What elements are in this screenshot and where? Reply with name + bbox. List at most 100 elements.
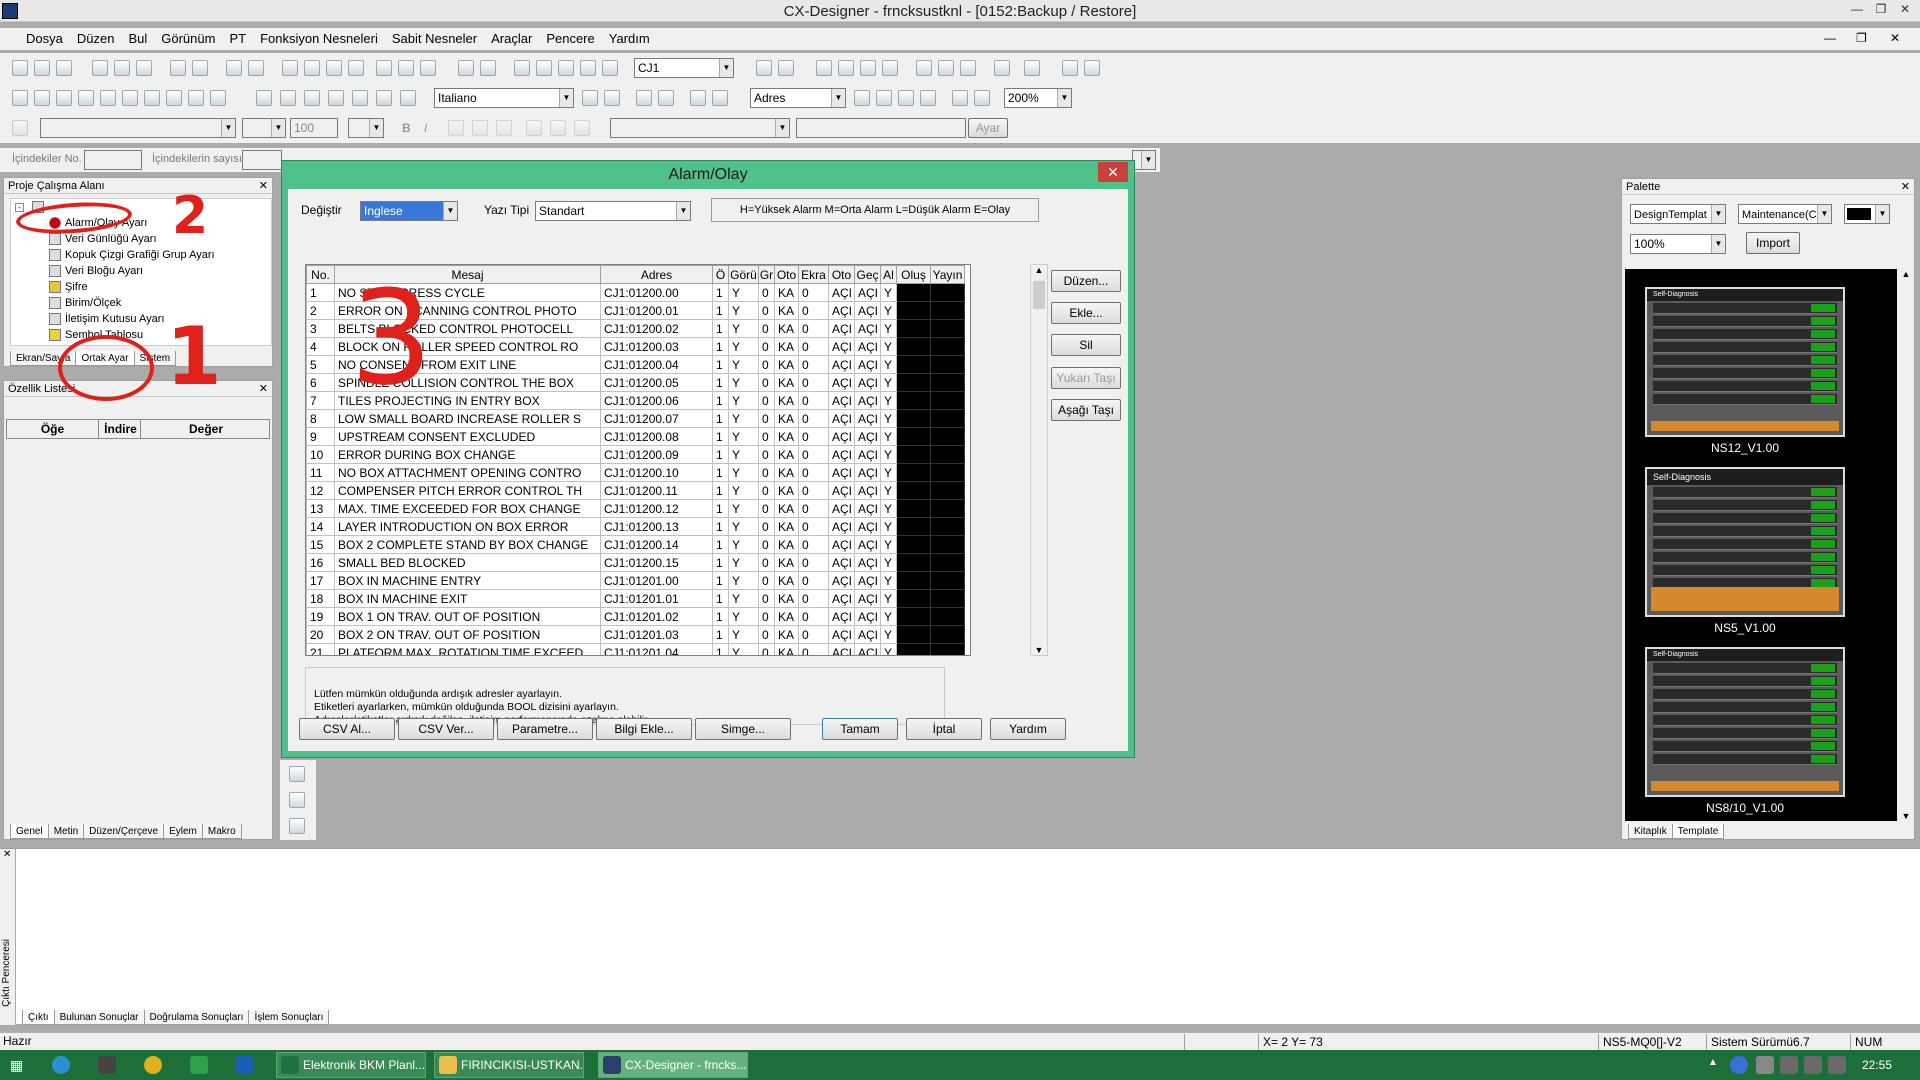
- table-cell[interactable]: KA: [774, 445, 799, 464]
- table-cell[interactable]: Y: [880, 391, 897, 410]
- table-cell-color[interactable]: [896, 427, 931, 446]
- table-cell[interactable]: AÇI: [854, 355, 881, 374]
- task-cx-designer[interactable]: CX-Designer - frncks...: [598, 1052, 748, 1078]
- alarm-col-header[interactable]: Geç: [854, 265, 881, 284]
- table-cell[interactable]: 0: [758, 517, 775, 536]
- table-cell[interactable]: 1: [712, 373, 729, 392]
- align-bottom-icon[interactable]: [574, 120, 590, 136]
- table-cell[interactable]: KA: [774, 553, 799, 572]
- table-cell-color[interactable]: [896, 481, 931, 500]
- table-cell[interactable]: Y: [880, 571, 897, 590]
- table-cell[interactable]: 0: [758, 499, 775, 518]
- table-cell[interactable]: Y: [880, 517, 897, 536]
- table-cell[interactable]: Y: [728, 571, 759, 590]
- obj-tool-6-icon[interactable]: [122, 90, 138, 106]
- table-row[interactable]: 16 SMALL BED BLOCKED CJ1:01200.15 1 Y 0 KA 0 AÇI…: [306, 553, 965, 572]
- table-cell[interactable]: Y: [880, 445, 897, 464]
- table-cell[interactable]: AÇI: [828, 337, 855, 356]
- folder-icon[interactable]: [960, 60, 976, 76]
- table-cell[interactable]: AÇI: [828, 373, 855, 392]
- table-cell[interactable]: Y: [728, 409, 759, 428]
- table-cell-color[interactable]: [930, 643, 965, 655]
- table-cell-color[interactable]: [896, 553, 931, 572]
- table-cell[interactable]: CJ1:01201.03: [600, 625, 713, 644]
- table-cell[interactable]: 15: [306, 535, 335, 554]
- alarm-col-header[interactable]: Görü: [728, 265, 759, 284]
- table-cell[interactable]: UPSTREAM CONSENT EXCLUDED: [334, 427, 601, 446]
- page-prev-icon[interactable]: [636, 90, 652, 106]
- table-cell[interactable]: AÇI: [828, 301, 855, 320]
- contents-extra-select[interactable]: ▼: [1132, 150, 1156, 170]
- list-icon[interactable]: [1024, 60, 1040, 76]
- tree-item-symbol-table[interactable]: Sembol Tablosu: [11, 327, 271, 343]
- design-template-select[interactable]: DesignTemplat ▼: [1630, 204, 1726, 224]
- table-cell[interactable]: 0: [758, 409, 775, 428]
- copy-page-icon[interactable]: [170, 60, 186, 76]
- tray-app-icon[interactable]: [1730, 1056, 1748, 1074]
- page-next-icon[interactable]: [658, 90, 674, 106]
- table-cell[interactable]: 0: [758, 463, 775, 482]
- table-cell[interactable]: 1: [712, 517, 729, 536]
- dialog-close-icon[interactable]: ✕: [1098, 162, 1128, 182]
- table-cell-color[interactable]: [930, 589, 965, 608]
- table-cell[interactable]: 0: [758, 319, 775, 338]
- alarm-col-header[interactable]: Ekra: [798, 265, 829, 284]
- table-cell[interactable]: 1: [712, 607, 729, 626]
- table-cell[interactable]: CJ1:01200.11: [600, 481, 713, 500]
- table-cell[interactable]: AÇI: [854, 391, 881, 410]
- table-cell[interactable]: 13: [306, 499, 335, 518]
- table-cell[interactable]: Y: [880, 301, 897, 320]
- label-prev-icon[interactable]: [582, 90, 598, 106]
- table-cell[interactable]: 0: [798, 337, 829, 356]
- table-cell[interactable]: AÇI: [828, 427, 855, 446]
- close-icon[interactable]: ✕: [259, 381, 268, 397]
- table-cell[interactable]: 1: [306, 283, 335, 302]
- ok-button[interactable]: Tamam: [822, 718, 898, 740]
- palette-zoom-select[interactable]: 100% ▼: [1630, 234, 1726, 254]
- table-cell[interactable]: 3: [306, 319, 335, 338]
- table-cell[interactable]: 1: [712, 463, 729, 482]
- menu-araclar[interactable]: Araçlar: [484, 28, 539, 50]
- contents-count-input[interactable]: [242, 150, 282, 170]
- table-cell-color[interactable]: [896, 589, 931, 608]
- table-cell[interactable]: AÇI: [828, 445, 855, 464]
- brush-icon[interactable]: [12, 120, 28, 136]
- alarm-col-header[interactable]: Oto: [828, 265, 855, 284]
- save-icon[interactable]: [56, 60, 72, 76]
- contents-no-input[interactable]: [84, 150, 142, 170]
- mdi-minimize-icon[interactable]: —: [1824, 31, 1836, 45]
- table-cell[interactable]: Y: [880, 643, 897, 655]
- table-cell[interactable]: CJ1:01201.04: [600, 643, 713, 655]
- table-cell[interactable]: AÇI: [828, 409, 855, 428]
- align-middle-icon[interactable]: [550, 120, 566, 136]
- table-cell-color[interactable]: [896, 301, 931, 320]
- align-right-icon[interactable]: [496, 120, 512, 136]
- undo-icon[interactable]: [458, 60, 474, 76]
- table-cell[interactable]: KA: [774, 607, 799, 626]
- table-cell[interactable]: KA: [774, 319, 799, 338]
- transfer-icon[interactable]: [226, 60, 242, 76]
- apply-button[interactable]: Ayar: [968, 118, 1008, 138]
- obj-tool-5-icon[interactable]: [100, 90, 116, 106]
- table-cell[interactable]: AÇI: [854, 445, 881, 464]
- grid-icon[interactable]: [289, 818, 305, 834]
- table-cell[interactable]: Y: [728, 463, 759, 482]
- open-page-icon[interactable]: [114, 60, 130, 76]
- volume-icon[interactable]: [1804, 1056, 1822, 1074]
- close-icon[interactable]: ✕: [259, 178, 268, 194]
- obj-tool-9-icon[interactable]: [188, 90, 204, 106]
- chrome-icon[interactable]: [144, 1056, 162, 1074]
- table-cell[interactable]: 1: [712, 535, 729, 554]
- table-cell[interactable]: 12: [306, 481, 335, 500]
- table-cell-color[interactable]: [930, 391, 965, 410]
- table-cell[interactable]: Y: [728, 445, 759, 464]
- italic-icon[interactable]: I: [424, 121, 427, 135]
- align-center-icon[interactable]: [472, 120, 488, 136]
- table-cell[interactable]: 0: [758, 445, 775, 464]
- table-cell[interactable]: 0: [798, 391, 829, 410]
- table-cell[interactable]: CJ1:01201.01: [600, 589, 713, 608]
- close-icon[interactable]: ✕: [1901, 179, 1910, 195]
- polygon-icon[interactable]: [352, 90, 368, 106]
- table-cell-color[interactable]: [930, 481, 965, 500]
- copy-layer-icon[interactable]: [289, 792, 305, 808]
